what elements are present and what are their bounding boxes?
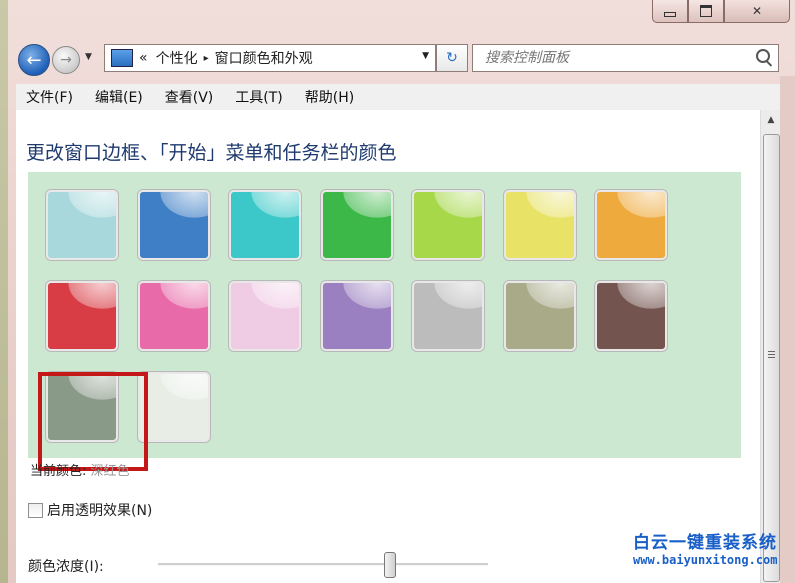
navigation-bar: ← → ▼ « 个性化 ▸ 窗口颜色和外观 ▼ ↻ bbox=[12, 40, 782, 76]
selected-swatch-highlight bbox=[38, 372, 148, 471]
breadcrumb-current[interactable]: 窗口颜色和外观 bbox=[215, 48, 313, 68]
maximize-icon bbox=[700, 5, 712, 17]
menu-tools[interactable]: 工具(T) bbox=[235, 87, 282, 107]
back-arrow-icon: ← bbox=[26, 49, 42, 71]
transparency-checkbox[interactable] bbox=[28, 502, 43, 518]
vertical-scrollbar[interactable]: ▲ bbox=[760, 110, 781, 583]
menu-file[interactable]: 文件(F) bbox=[26, 87, 73, 107]
menu-view[interactable]: 查看(V) bbox=[165, 87, 214, 107]
close-button[interactable]: ✕ bbox=[724, 0, 790, 23]
search-input[interactable] bbox=[483, 49, 757, 67]
color-swatch-lemon[interactable] bbox=[503, 190, 576, 260]
maximize-button[interactable] bbox=[688, 0, 724, 23]
color-swatch-frost[interactable] bbox=[137, 372, 210, 442]
color-swatch-violet[interactable] bbox=[320, 281, 393, 351]
caption-buttons: ✕ bbox=[652, 0, 790, 24]
desktop-edge bbox=[0, 0, 8, 583]
color-intensity-label: 颜色浓度(I): bbox=[28, 559, 104, 575]
current-color-value: 深红色 bbox=[90, 464, 130, 479]
color-swatch-twilight[interactable] bbox=[137, 190, 210, 260]
color-swatch-slate[interactable] bbox=[412, 281, 484, 351]
recent-pages-dropdown[interactable]: ▼ bbox=[85, 52, 92, 62]
scroll-grip-icon bbox=[768, 351, 775, 352]
color-swatch-leaf[interactable] bbox=[320, 190, 393, 260]
address-dropdown-icon[interactable]: ▼ bbox=[422, 51, 429, 61]
window-right-border bbox=[780, 76, 795, 583]
color-swatch-fuchsia[interactable] bbox=[137, 281, 210, 351]
search-icon[interactable] bbox=[756, 49, 770, 63]
watermark-logo: 白云一键重装系统 www.baiyunxitong.com bbox=[633, 528, 793, 567]
control-panel-icon bbox=[111, 49, 133, 67]
breadcrumb-personalization[interactable]: 个性化 bbox=[156, 48, 198, 68]
page-title: 更改窗口边框、「开始」菜单和任务栏的颜色 bbox=[26, 142, 397, 164]
current-color-label: 当前颜色: bbox=[30, 464, 87, 479]
current-color-row: 当前颜色: 深红色 bbox=[30, 460, 130, 479]
color-swatch-taupe[interactable] bbox=[503, 281, 576, 351]
watermark-url: www.baiyunxitong.com bbox=[633, 553, 778, 567]
color-intensity-slider-thumb[interactable] bbox=[384, 552, 396, 578]
color-swatch-chocolate[interactable] bbox=[595, 281, 667, 351]
back-button[interactable]: ← bbox=[18, 44, 50, 76]
scroll-thumb[interactable] bbox=[763, 134, 780, 582]
forward-button[interactable]: → bbox=[52, 46, 80, 74]
transparency-label[interactable]: 启用透明效果(N) bbox=[47, 500, 152, 520]
color-swatch-ruby[interactable] bbox=[46, 281, 118, 351]
color-swatch-blush[interactable] bbox=[229, 281, 301, 351]
color-swatch-sky[interactable] bbox=[46, 190, 118, 260]
refresh-icon: ↻ bbox=[446, 50, 458, 66]
color-intensity-track[interactable] bbox=[158, 563, 488, 566]
breadcrumb-separator-icon[interactable]: ▸ bbox=[204, 53, 209, 64]
search-box[interactable] bbox=[472, 44, 779, 72]
color-swatch-pumpkin[interactable] bbox=[595, 190, 667, 260]
breadcrumb-root[interactable]: « bbox=[139, 50, 148, 66]
minimize-button[interactable] bbox=[652, 0, 688, 23]
refresh-button[interactable]: ↻ bbox=[436, 44, 468, 72]
content-area: 更改窗口边框、「开始」菜单和任务栏的颜色 当前颜色: 深红色 启用透明效果(N)… bbox=[16, 110, 760, 583]
color-swatch-lime[interactable] bbox=[412, 190, 484, 260]
watermark-title: 白云一键重装系统 bbox=[633, 533, 777, 553]
minimize-icon bbox=[664, 11, 676, 17]
close-icon: ✕ bbox=[751, 4, 763, 18]
address-bar[interactable]: « 个性化 ▸ 窗口颜色和外观 ▼ bbox=[104, 44, 436, 72]
menu-bar: 文件(F) 编辑(E) 查看(V) 工具(T) 帮助(H) bbox=[16, 84, 782, 111]
transparency-row[interactable]: 启用透明效果(N) bbox=[28, 500, 152, 520]
scroll-up-icon[interactable]: ▲ bbox=[761, 110, 781, 130]
forward-arrow-icon: → bbox=[60, 52, 72, 68]
menu-help[interactable]: 帮助(H) bbox=[305, 87, 354, 107]
color-swatch-sea[interactable] bbox=[229, 190, 301, 260]
menu-edit[interactable]: 编辑(E) bbox=[95, 87, 143, 107]
